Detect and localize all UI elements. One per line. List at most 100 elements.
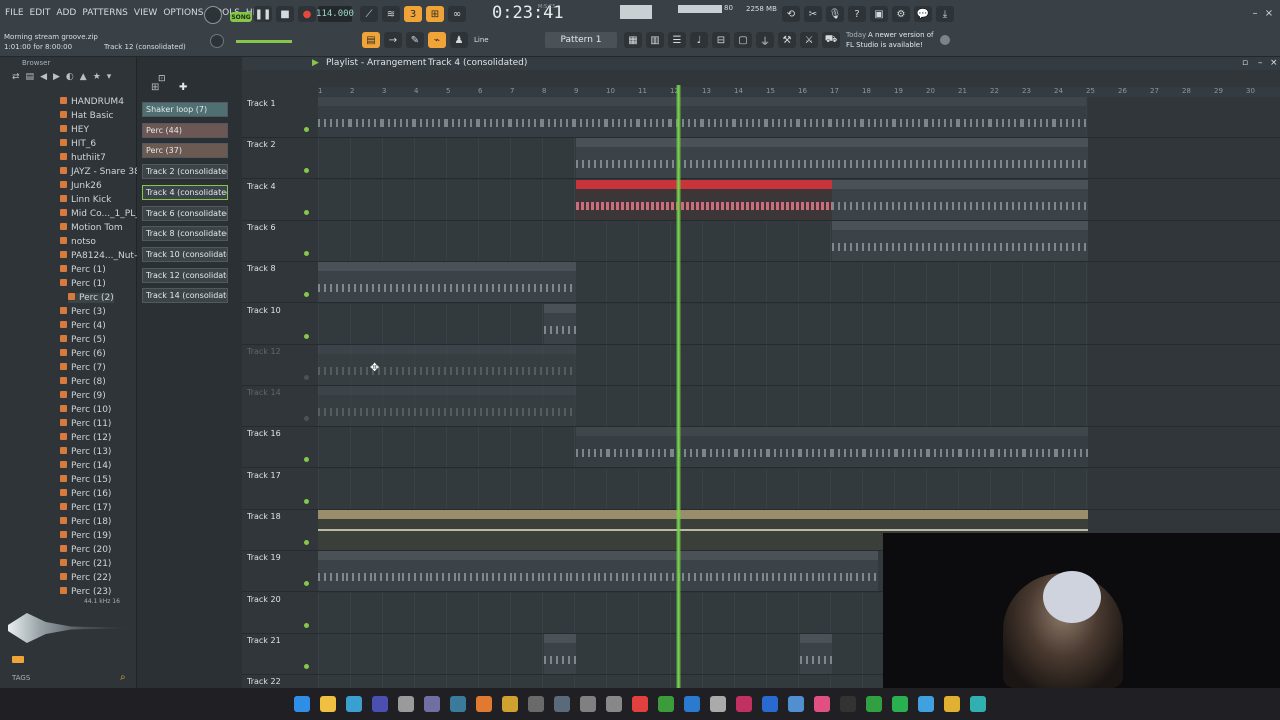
app-icon-3[interactable] <box>398 696 414 712</box>
picker-item[interactable]: Track 8 (consolidated)✚ <box>142 226 228 242</box>
playlist-clip[interactable]: Track 6 (consolidated) <box>832 220 1088 261</box>
playhead[interactable] <box>676 85 681 688</box>
playlist-clip[interactable]: Pattern 7 <box>1056 427 1088 468</box>
playlist-clip[interactable]: Pe...44) <box>800 633 832 674</box>
playlist-clip[interactable]: Pattern 7 <box>640 427 672 468</box>
search-icon[interactable]: ⌕ <box>120 672 126 683</box>
track-label[interactable]: Track 12 <box>247 347 281 356</box>
track-mute-led[interactable] <box>304 457 309 463</box>
browser-item[interactable]: HANDRUM4 <box>60 97 124 107</box>
save-icon[interactable]: ▣ <box>870 6 888 22</box>
playlist-clip[interactable]: Pattern 1 <box>510 97 542 137</box>
playlist-clip[interactable]: Pattern 1 <box>446 97 478 137</box>
app-icon-2[interactable] <box>372 696 388 712</box>
wrench-icon[interactable]: ⚒ <box>778 32 796 48</box>
playlist-clip[interactable]: Pattern 7 <box>960 427 992 468</box>
pattern-selector[interactable]: Pattern 1 <box>545 32 617 48</box>
playlist-clip[interactable]: Track 2 (consolidated) <box>832 138 1088 179</box>
playlist-clip[interactable]: Track 14 (consolidated) <box>318 386 576 427</box>
playlist-clip[interactable]: Pattern 7 <box>1024 427 1056 468</box>
playlist-clip[interactable]: Sha..7 <box>682 551 710 592</box>
playlist-clip[interactable]: Pattern 1 <box>350 97 382 137</box>
playlist-clip[interactable]: Pattern 1 <box>990 97 1022 137</box>
track-label[interactable]: Track 18 <box>247 512 281 521</box>
track-label[interactable]: Track 22 <box>247 677 281 686</box>
track-mute-led[interactable] <box>304 416 309 422</box>
channel-rack-icon[interactable]: ▦ <box>624 32 642 48</box>
track-label[interactable]: Track 4 <box>247 182 276 191</box>
playlist-clip[interactable]: Pattern 7 <box>896 427 928 468</box>
plugin-icon[interactable]: ⚙ <box>892 6 910 22</box>
master-volume-knob[interactable] <box>210 34 224 48</box>
preview-play-icon[interactable] <box>12 656 24 663</box>
plug-icon[interactable]: ⏚ <box>756 32 774 48</box>
picker-item[interactable]: Perc (44)✚ <box>142 122 228 138</box>
tempo-tapper-icon[interactable]: ♩ <box>690 32 708 48</box>
browser-item[interactable]: Perc (2) <box>68 293 114 303</box>
browser-forward-icon[interactable]: ▶ <box>53 72 60 82</box>
menu-file[interactable]: FILE <box>5 8 24 18</box>
playlist-clip[interactable]: Perc (37) <box>318 510 576 550</box>
playlist-clip[interactable]: Track 8 (consolidated) <box>318 262 576 303</box>
playlist-clip[interactable]: Sha..7 <box>402 551 430 592</box>
picker-item[interactable]: Shaker loop (7)✚ <box>142 102 228 117</box>
playlist-clip[interactable]: Pattern 1 <box>670 97 702 137</box>
browser-more-icon[interactable]: ▾ <box>107 72 112 82</box>
browser-item[interactable]: PA8124..._Nut-06 <box>60 251 149 261</box>
step-edit-icon[interactable]: ⊞ <box>426 6 444 22</box>
playlist-clip[interactable]: Pattern 1 <box>958 97 990 137</box>
news-globe-icon[interactable] <box>940 35 950 45</box>
snap-selector[interactable]: Line <box>474 36 489 44</box>
track-mute-led[interactable] <box>304 209 309 215</box>
playlist-clip[interactable]: Sha..7 <box>542 551 570 592</box>
track-label[interactable]: Track 10 <box>247 306 281 315</box>
browser-item[interactable]: Motion Tom <box>60 223 123 233</box>
track-lane[interactable] <box>318 303 1088 344</box>
browser-item[interactable]: Perc (18) <box>60 517 111 527</box>
plugin-picker-icon[interactable]: ⊟ <box>712 32 730 48</box>
playlist-clip[interactable]: Pattern 7 <box>928 427 960 468</box>
playlist-clip[interactable]: Pattern 1 <box>734 97 766 137</box>
explorer-icon[interactable] <box>320 696 336 712</box>
browser-item[interactable]: HIT_6 <box>60 139 96 149</box>
playlist-clip[interactable]: Pattern 1 <box>542 97 574 137</box>
browser-item[interactable]: Linn Kick <box>60 195 111 205</box>
playlist-clip[interactable]: Sha..7 <box>318 551 346 592</box>
picker-item[interactable]: Track 6 (consolidated)✚ <box>142 205 228 221</box>
news-line-2[interactable]: FL Studio is available! <box>846 41 923 49</box>
browser-item[interactable]: Perc (8) <box>60 377 106 387</box>
playlist-clip[interactable]: Tr...ted) <box>544 303 576 344</box>
app-icon-4[interactable] <box>424 696 440 712</box>
playlist-clip[interactable]: Sha..7 <box>458 551 486 592</box>
playlist-clip[interactable]: Sha..7 <box>626 551 654 592</box>
menu-view[interactable]: VIEW <box>134 8 157 18</box>
news-line[interactable]: A newer version of <box>868 31 934 39</box>
track-mute-led[interactable] <box>304 292 309 298</box>
playlist-clip[interactable]: Sha..7 <box>374 551 402 592</box>
track-label[interactable]: Track 17 <box>247 471 281 480</box>
browser-item[interactable]: Perc (1) <box>60 265 106 275</box>
browser-item[interactable]: Perc (15) <box>60 475 111 485</box>
playlist-clip[interactable]: Pattern 7 <box>864 427 896 468</box>
browser-item[interactable]: Hat Basic <box>60 111 114 121</box>
playlist-clip[interactable]: Perc (37) <box>576 510 832 550</box>
arrow-icon[interactable]: → <box>384 32 402 48</box>
browser-all-icon[interactable]: ⇄ <box>12 72 20 82</box>
playlist-restore-icon[interactable]: ▫ <box>1242 57 1248 70</box>
app-icon-5[interactable] <box>450 696 466 712</box>
tiktok-icon[interactable] <box>840 696 856 712</box>
countdown-icon[interactable]: 3 <box>404 6 422 22</box>
track-label[interactable]: Track 14 <box>247 388 281 397</box>
tools-icon[interactable]: ⚔ <box>800 32 818 48</box>
app-icon-10[interactable] <box>606 696 622 712</box>
playlist-clip[interactable]: Pattern 1 <box>478 97 510 137</box>
playlist-clip[interactable]: Pattern 7 <box>800 427 832 468</box>
timeline-ruler[interactable]: 1 2 3 4 5 6 7 8 9 10 11 12 13 14 15 16 17 18 19 20 21 22 23 24 2… <box>318 87 1280 97</box>
waveform-icon[interactable]: ≋ <box>382 6 400 22</box>
picker-item[interactable]: Track 12 (consolidate...✚ <box>142 267 228 283</box>
spotify-icon[interactable] <box>892 696 908 712</box>
browser-item[interactable]: Perc (10) <box>60 405 111 415</box>
app-icon-6[interactable] <box>502 696 518 712</box>
playlist-minimize-icon[interactable]: – <box>1258 57 1263 70</box>
browser-item[interactable]: JAYZ - Snare 38 <box>60 167 140 177</box>
